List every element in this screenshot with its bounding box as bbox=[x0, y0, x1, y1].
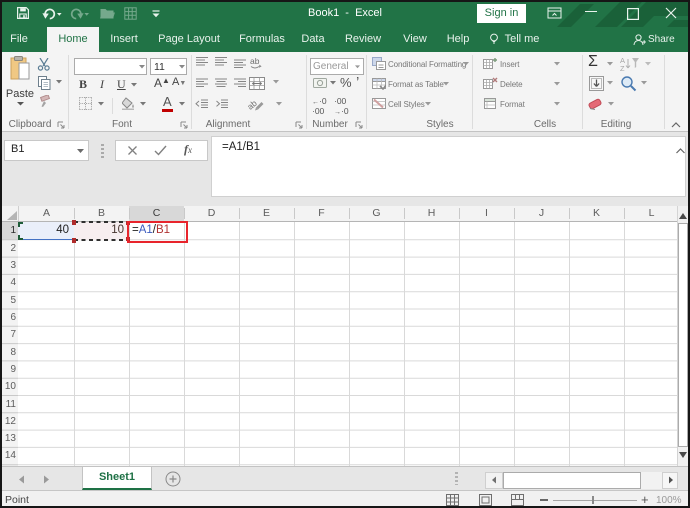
svg-text:Z: Z bbox=[620, 64, 625, 71]
svg-text:ab: ab bbox=[250, 56, 260, 66]
